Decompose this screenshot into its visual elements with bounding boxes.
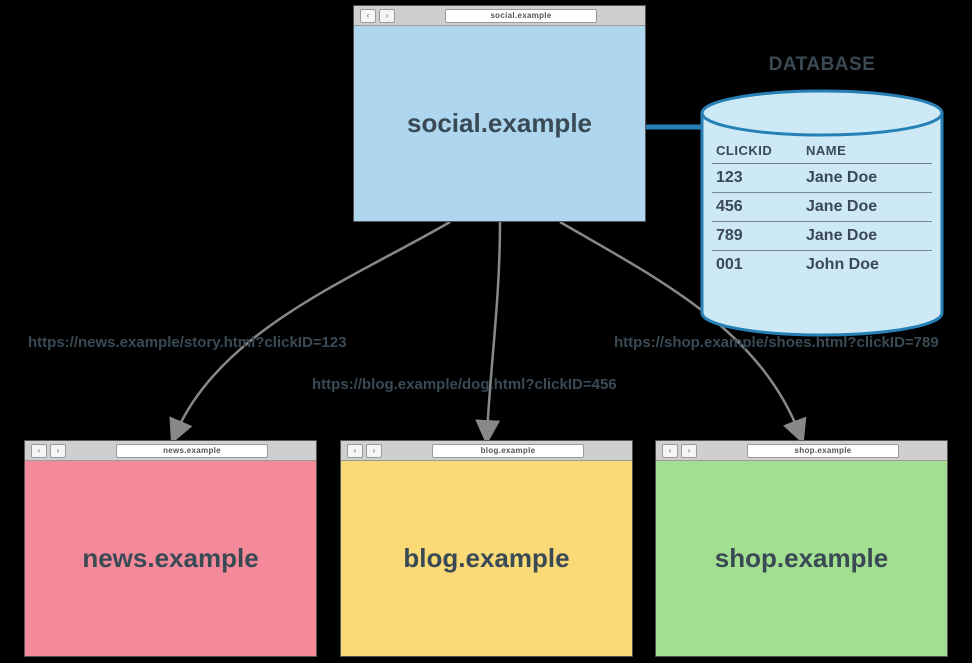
table-row: 789 Jane Doe: [712, 222, 932, 251]
titlebar: ‹ › news.example: [25, 441, 316, 461]
table-row: 456 Jane Doe: [712, 193, 932, 222]
cell-name: Jane Doe: [806, 227, 928, 245]
url-label-shop: https://shop.example/shoes.html?clickID=…: [614, 334, 939, 351]
cell-clickid: 789: [716, 227, 806, 245]
window-label: social.example: [407, 108, 592, 139]
forward-button[interactable]: ›: [681, 444, 697, 458]
table-row: 123 Jane Doe: [712, 164, 932, 193]
window-blog: ‹ › blog.example blog.example: [340, 440, 633, 657]
cell-clickid: 001: [716, 256, 806, 274]
titlebar: ‹ › social.example: [354, 6, 645, 26]
address-bar[interactable]: social.example: [445, 9, 597, 23]
cell-name: Jane Doe: [806, 198, 928, 216]
back-button[interactable]: ‹: [360, 9, 376, 23]
header-name: NAME: [806, 143, 928, 158]
database-table: CLICKID NAME 123 Jane Doe 456 Jane Doe 7…: [712, 138, 932, 279]
forward-button[interactable]: ›: [379, 9, 395, 23]
header-clickid: CLICKID: [716, 143, 806, 158]
window-label: blog.example: [403, 543, 569, 574]
cell-clickid: 123: [716, 169, 806, 187]
cell-name: Jane Doe: [806, 169, 928, 187]
window-news: ‹ › news.example news.example: [24, 440, 317, 657]
url-label-blog: https://blog.example/dog.html?clickID=45…: [312, 376, 617, 393]
forward-button[interactable]: ›: [366, 444, 382, 458]
arrow-news: [175, 222, 450, 435]
database-title: DATABASE: [698, 54, 946, 76]
titlebar: ‹ › blog.example: [341, 441, 632, 461]
titlebar: ‹ › shop.example: [656, 441, 947, 461]
forward-button[interactable]: ›: [50, 444, 66, 458]
window-label: news.example: [82, 543, 258, 574]
cell-clickid: 456: [716, 198, 806, 216]
table-header: CLICKID NAME: [712, 138, 932, 164]
back-button[interactable]: ‹: [31, 444, 47, 458]
address-bar[interactable]: blog.example: [432, 444, 584, 458]
arrow-blog: [487, 222, 500, 435]
window-social: ‹ › social.example social.example: [353, 5, 646, 222]
url-label-news: https://news.example/story.html?clickID=…: [28, 334, 347, 351]
back-button[interactable]: ‹: [662, 444, 678, 458]
window-label: shop.example: [715, 543, 888, 574]
back-button[interactable]: ‹: [347, 444, 363, 458]
window-shop: ‹ › shop.example shop.example: [655, 440, 948, 657]
table-row: 001 John Doe: [712, 251, 932, 279]
cell-name: John Doe: [806, 256, 928, 274]
address-bar[interactable]: news.example: [116, 444, 268, 458]
address-bar[interactable]: shop.example: [747, 444, 899, 458]
